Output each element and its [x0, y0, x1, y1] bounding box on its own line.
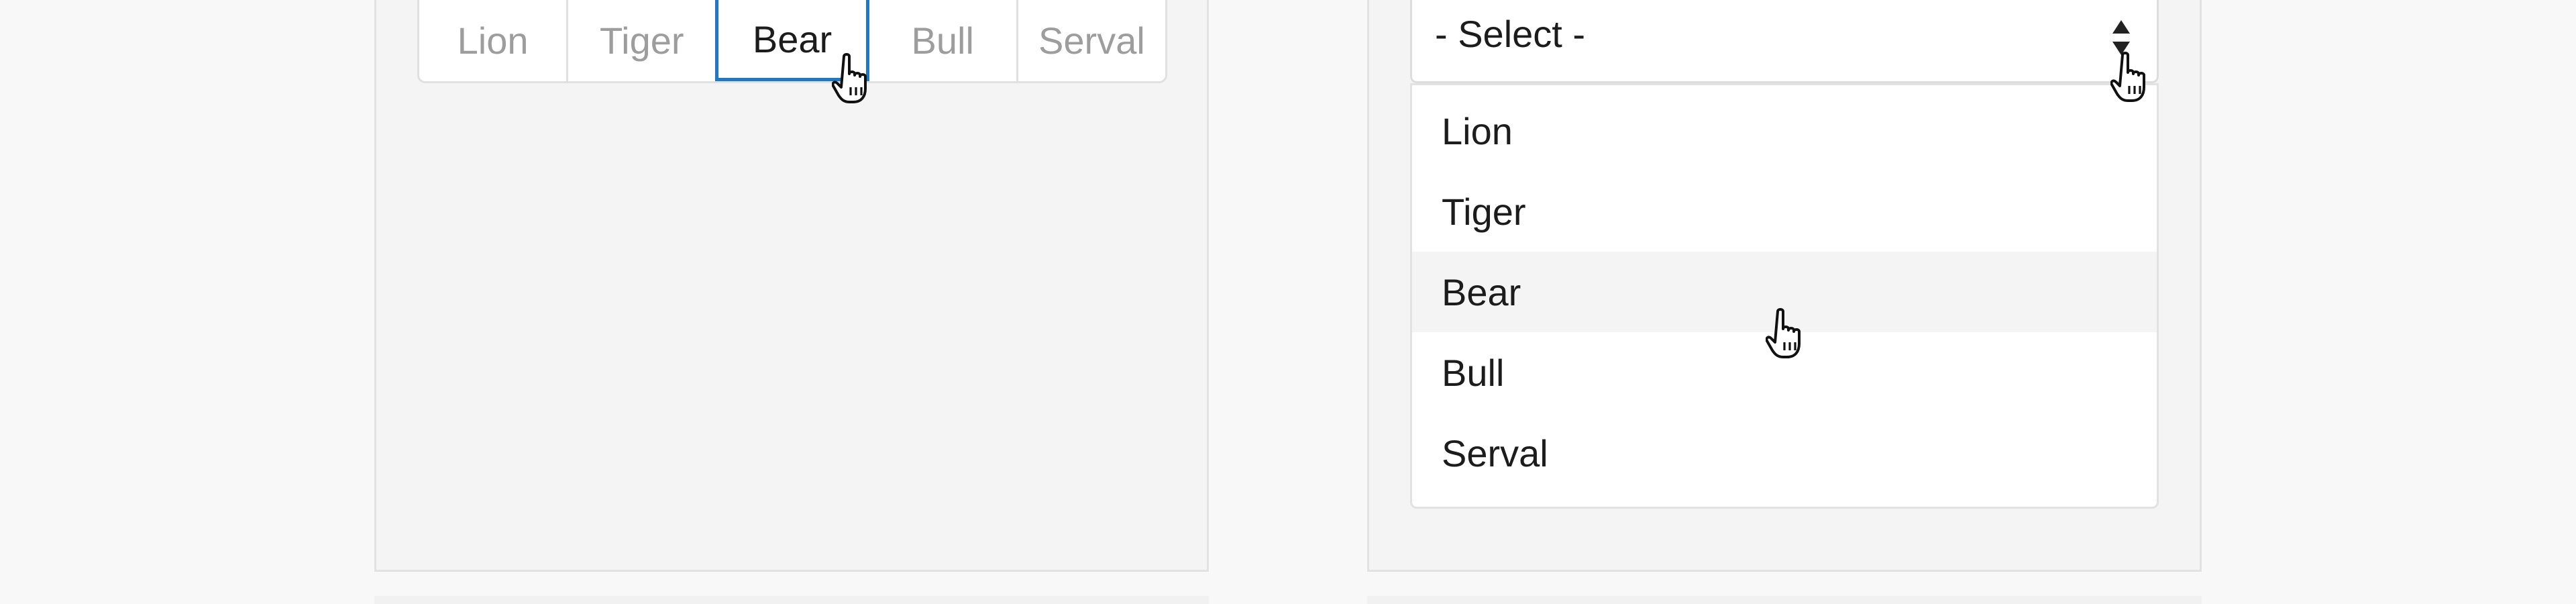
page: Lion Tiger Bear Bull Serval - Select - L… — [0, 0, 2576, 604]
segment-label: Lion — [457, 19, 529, 62]
segment-label: Tiger — [600, 19, 684, 62]
option-serval[interactable]: Serval — [1412, 413, 2157, 493]
segment-serval[interactable]: Serval — [1018, 0, 1165, 81]
segment-label: Bull — [911, 19, 974, 62]
option-label: Bear — [1442, 270, 1521, 313]
left-panel — [374, 0, 1209, 572]
hand-pointer-cursor-icon — [2110, 52, 2145, 102]
animal-select[interactable]: - Select - — [1410, 0, 2159, 83]
select-value: - Select - — [1435, 13, 1586, 55]
option-label: Serval — [1442, 432, 1548, 474]
right-panel-next-edge — [1367, 596, 2202, 604]
segment-tiger[interactable]: Tiger — [568, 0, 718, 81]
option-tiger[interactable]: Tiger — [1412, 171, 2157, 252]
hand-pointer-cursor-icon — [832, 53, 867, 103]
left-panel-next-edge — [374, 596, 1209, 604]
segment-lion[interactable]: Lion — [419, 0, 569, 81]
segment-label: Serval — [1038, 19, 1145, 62]
option-lion[interactable]: Lion — [1412, 91, 2157, 171]
option-label: Bull — [1442, 351, 1505, 394]
option-label: Tiger — [1442, 190, 1526, 233]
animal-segmented-control: Lion Tiger Bear Bull Serval — [417, 0, 1167, 83]
segment-bull[interactable]: Bull — [869, 0, 1018, 81]
select-dropdown-list: Lion Tiger Bear Bull Serval — [1410, 83, 2159, 509]
option-label: Lion — [1442, 109, 1513, 152]
hand-pointer-cursor-icon — [1766, 308, 1801, 358]
segment-label: Bear — [752, 17, 833, 60]
